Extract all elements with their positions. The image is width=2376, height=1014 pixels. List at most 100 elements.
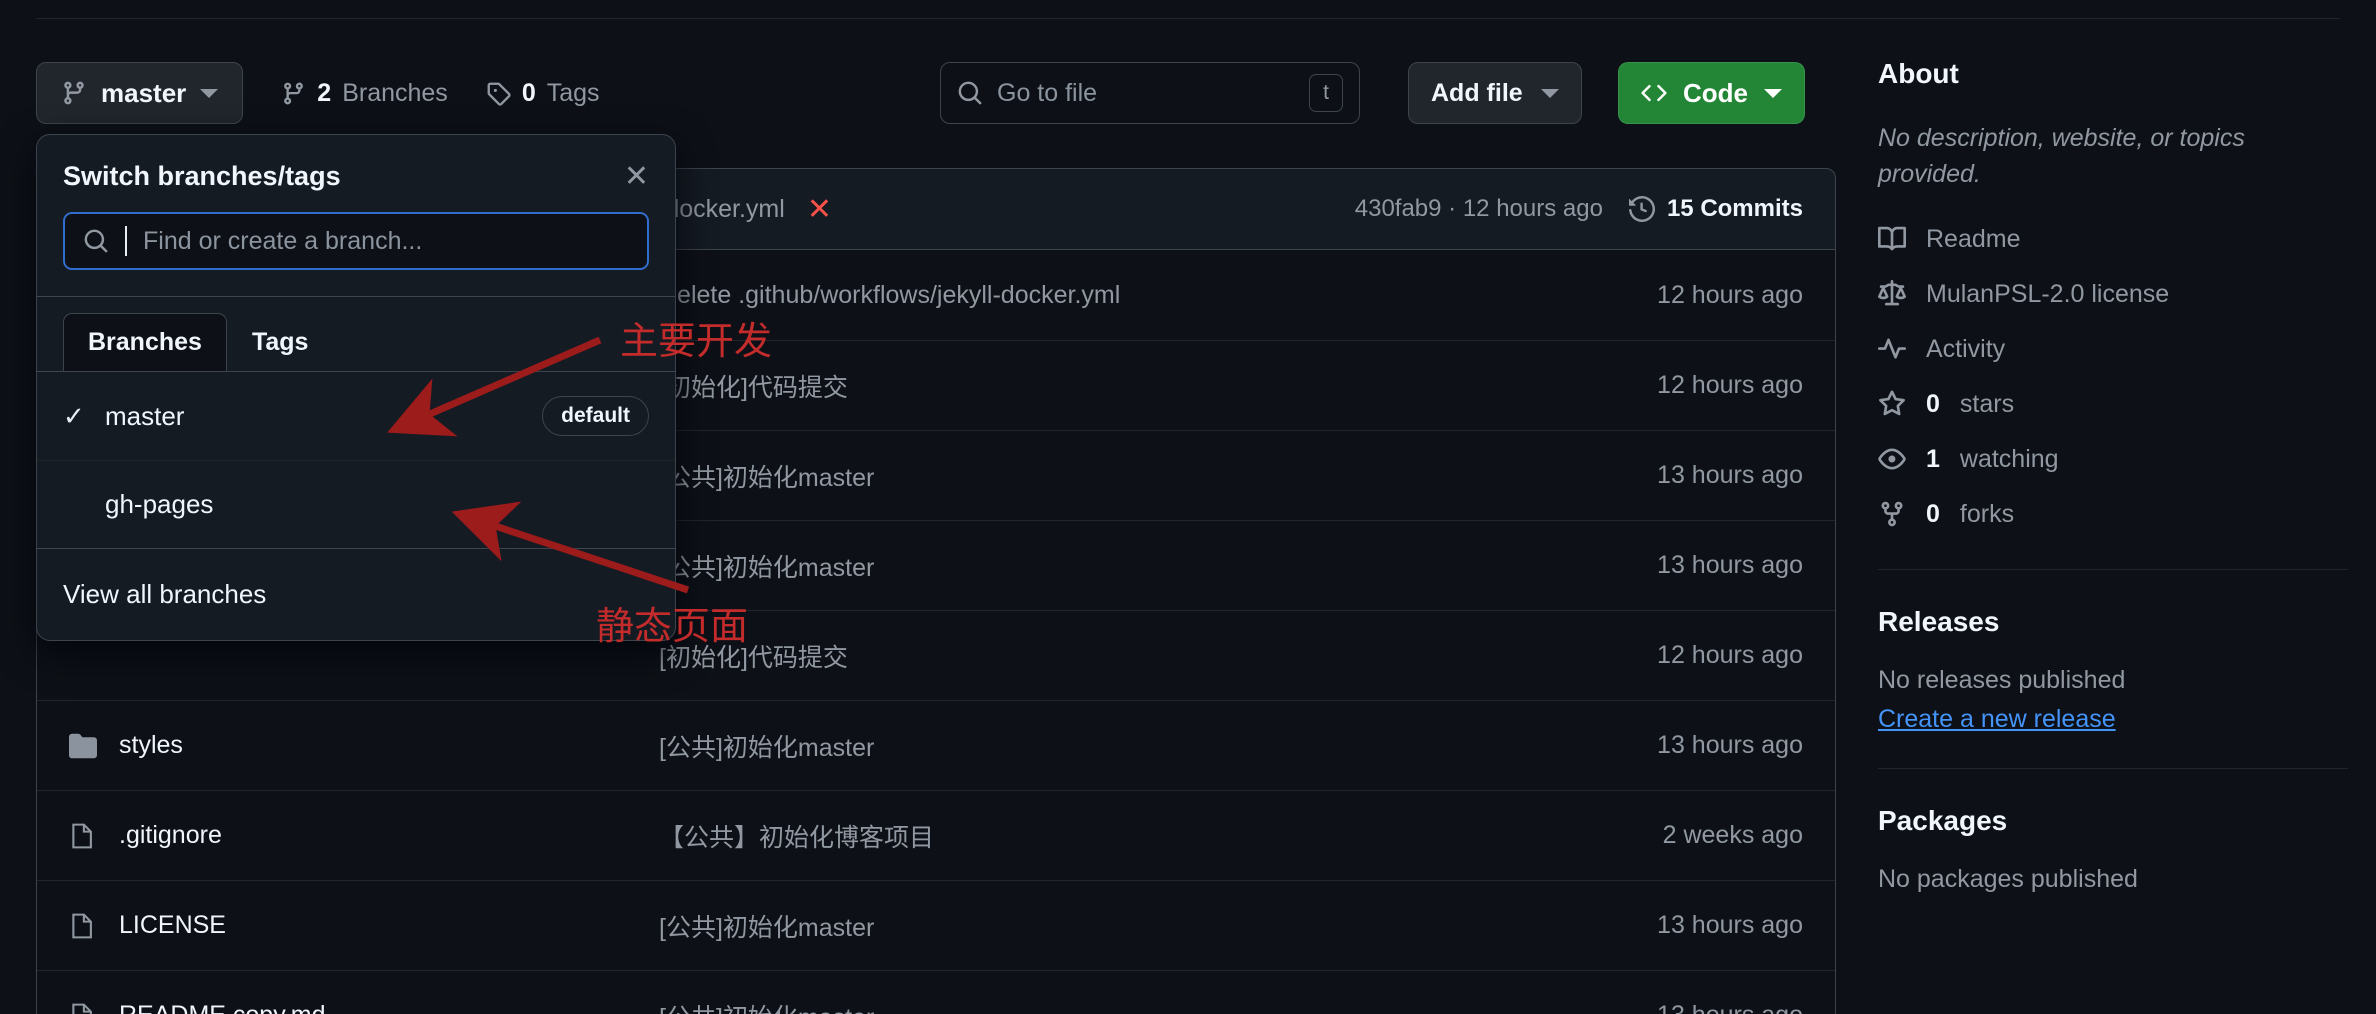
go-to-file-placeholder: Go to file [997, 78, 1098, 107]
table-row[interactable]: LICENSE [公共]初始化master 13 hours ago [37, 880, 1835, 970]
sidebar-link-mulanpsl-2-0-license[interactable]: MulanPSL-2.0 license [1878, 280, 2348, 309]
file-commit-time: 13 hours ago [1657, 551, 1803, 579]
book-icon [1878, 225, 1906, 253]
star-icon [1878, 390, 1906, 418]
file-commit-message[interactable]: 【公共】初始化博客项目 [659, 818, 1543, 854]
view-all-branches-link[interactable]: View all branches [37, 548, 675, 640]
chevron-down-icon [1764, 88, 1782, 98]
latest-commit-message[interactable]: -docker.yml [657, 195, 785, 224]
file-commit-message[interactable]: [公共]初始化master [659, 728, 1543, 764]
code-brackets-icon [1641, 80, 1667, 106]
file-commit-message[interactable]: [初始化]代码提交 [659, 368, 1543, 404]
commits-count-link[interactable]: 15 Commits [1628, 195, 1803, 223]
folder-icon [69, 732, 97, 760]
file-icon [69, 822, 97, 850]
file-name-cell[interactable]: .gitignore [69, 821, 659, 850]
file-name[interactable]: README copy.md [119, 1001, 326, 1014]
add-file-label: Add file [1431, 78, 1523, 107]
sidebar-link-label: stars [1959, 389, 2015, 418]
branch-icon [61, 80, 87, 106]
repo-sidebar: About No description, website, or topics… [1878, 58, 2348, 894]
file-commit-time: 13 hours ago [1657, 461, 1803, 489]
sidebar-link-count: 1 [1926, 444, 1940, 473]
tag-icon [486, 81, 511, 106]
create-release-link[interactable]: Create a new release [1878, 705, 2116, 734]
file-commit-time: 13 hours ago [1657, 731, 1803, 759]
search-icon [83, 228, 109, 254]
branch-name-label: master [101, 77, 187, 108]
tags-label: Tags [546, 78, 600, 107]
sidebar-link-count: 0 [1926, 389, 1940, 418]
sidebar-link-activity[interactable]: Activity [1878, 335, 2348, 364]
repo-page: master 2 Branches 0 Tags Go to file t Ad… [0, 0, 2376, 1014]
file-name[interactable]: styles [119, 731, 183, 760]
sidebar-link-forks[interactable]: 0 forks [1878, 500, 2348, 529]
branch-list: ✓ master default gh-pages [37, 371, 675, 548]
sidebar-link-readme[interactable]: Readme [1878, 225, 2348, 254]
commit-meta: 430fab9 · 12 hours ago 15 Commits [1355, 195, 1803, 223]
sidebar-link-label: MulanPSL-2.0 license [1926, 279, 2170, 308]
branches-count: 2 [317, 78, 332, 107]
branch-selector-button[interactable]: master [36, 62, 244, 124]
close-icon[interactable]: ✕ [624, 161, 649, 192]
file-name-cell[interactable]: styles [69, 731, 659, 760]
table-row[interactable]: .gitignore 【公共】初始化博客项目 2 weeks ago [37, 790, 1835, 880]
branches-count-link[interactable]: 2 Branches [281, 79, 448, 108]
packages-empty-note: No packages published [1878, 864, 2138, 893]
sidebar-link-label: Activity [1926, 334, 2006, 363]
keyboard-shortcut-badge: t [1309, 74, 1343, 112]
file-commit-message[interactable]: [公共]初始化master [659, 908, 1543, 944]
branch-item-name: gh-pages [105, 489, 214, 519]
about-description: No description, website, or topics provi… [1878, 124, 2245, 189]
file-name-cell[interactable]: README copy.md [69, 1001, 659, 1014]
sidebar-link-watching[interactable]: 1 watching [1878, 445, 2348, 474]
file-commit-message[interactable]: [公共]初始化master [659, 998, 1543, 1014]
sidebar-link-label: Readme [1926, 224, 2021, 253]
sidebar-link-stars[interactable]: 0 stars [1878, 390, 2348, 419]
text-cursor [125, 226, 127, 256]
branch-list-item[interactable]: gh-pages [37, 460, 675, 548]
packages-heading: Packages [1878, 804, 2008, 836]
table-row[interactable]: README copy.md [公共]初始化master13 hours ago [37, 970, 1835, 1014]
default-badge: default [542, 396, 649, 436]
file-name-cell[interactable]: LICENSE [69, 911, 659, 940]
about-links: Readme MulanPSL-2.0 license Activity 0 stars… [1878, 225, 2348, 529]
commit-status-failed-icon[interactable]: ✕ [807, 192, 832, 227]
go-to-file-input[interactable]: Go to file t [940, 62, 1360, 124]
pulse-icon [1878, 335, 1906, 363]
file-name[interactable]: .gitignore [119, 821, 222, 850]
code-button[interactable]: Code [1618, 62, 1805, 124]
search-icon [957, 80, 983, 106]
sidebar-divider [1878, 767, 2348, 769]
file-commit-time: 12 hours ago [1657, 641, 1803, 669]
file-commit-message[interactable]: [公共]初始化master [659, 458, 1543, 494]
sidebar-link-label: forks [1959, 499, 2015, 528]
dropdown-search-wrap: Find or create a branch... [37, 212, 675, 296]
sidebar-link-label: watching [1959, 444, 2059, 473]
tab-tags[interactable]: Tags [227, 313, 334, 371]
table-row[interactable]: styles [公共]初始化master 13 hours ago [37, 700, 1835, 790]
branch-search-placeholder: Find or create a branch... [143, 226, 423, 255]
history-icon [1628, 196, 1655, 222]
releases-heading: Releases [1878, 605, 2000, 637]
about-heading: About [1878, 58, 1959, 89]
check-icon: ✓ [63, 400, 85, 431]
branch-search-input[interactable]: Find or create a branch... [63, 212, 649, 270]
file-commit-time: 12 hours ago [1657, 371, 1803, 399]
branch-switcher-dropdown: Switch branches/tags ✕ Find or create a … [36, 134, 676, 641]
branch-list-item[interactable]: ✓ master default [37, 372, 675, 460]
eye-icon [1878, 445, 1906, 473]
file-commit-message[interactable]: Delete .github/workflows/jekyll-docker.y… [659, 281, 1543, 310]
chevron-down-icon [200, 88, 219, 98]
file-commit-time: 12 hours ago [1657, 280, 1803, 309]
fork-icon [1878, 500, 1906, 528]
file-commit-time: 2 weeks ago [1662, 821, 1803, 849]
file-commit-message[interactable]: [公共]初始化master [659, 548, 1543, 584]
commit-sha-and-time[interactable]: 430fab9 · 12 hours ago [1355, 195, 1603, 223]
add-file-button[interactable]: Add file [1408, 62, 1582, 124]
file-name[interactable]: LICENSE [119, 911, 226, 940]
file-commit-message[interactable]: [初始化]代码提交 [659, 638, 1543, 674]
tab-branches[interactable]: Branches [63, 313, 227, 371]
dropdown-header: Switch branches/tags ✕ [37, 135, 675, 212]
tags-count-link[interactable]: 0 Tags [486, 79, 600, 108]
